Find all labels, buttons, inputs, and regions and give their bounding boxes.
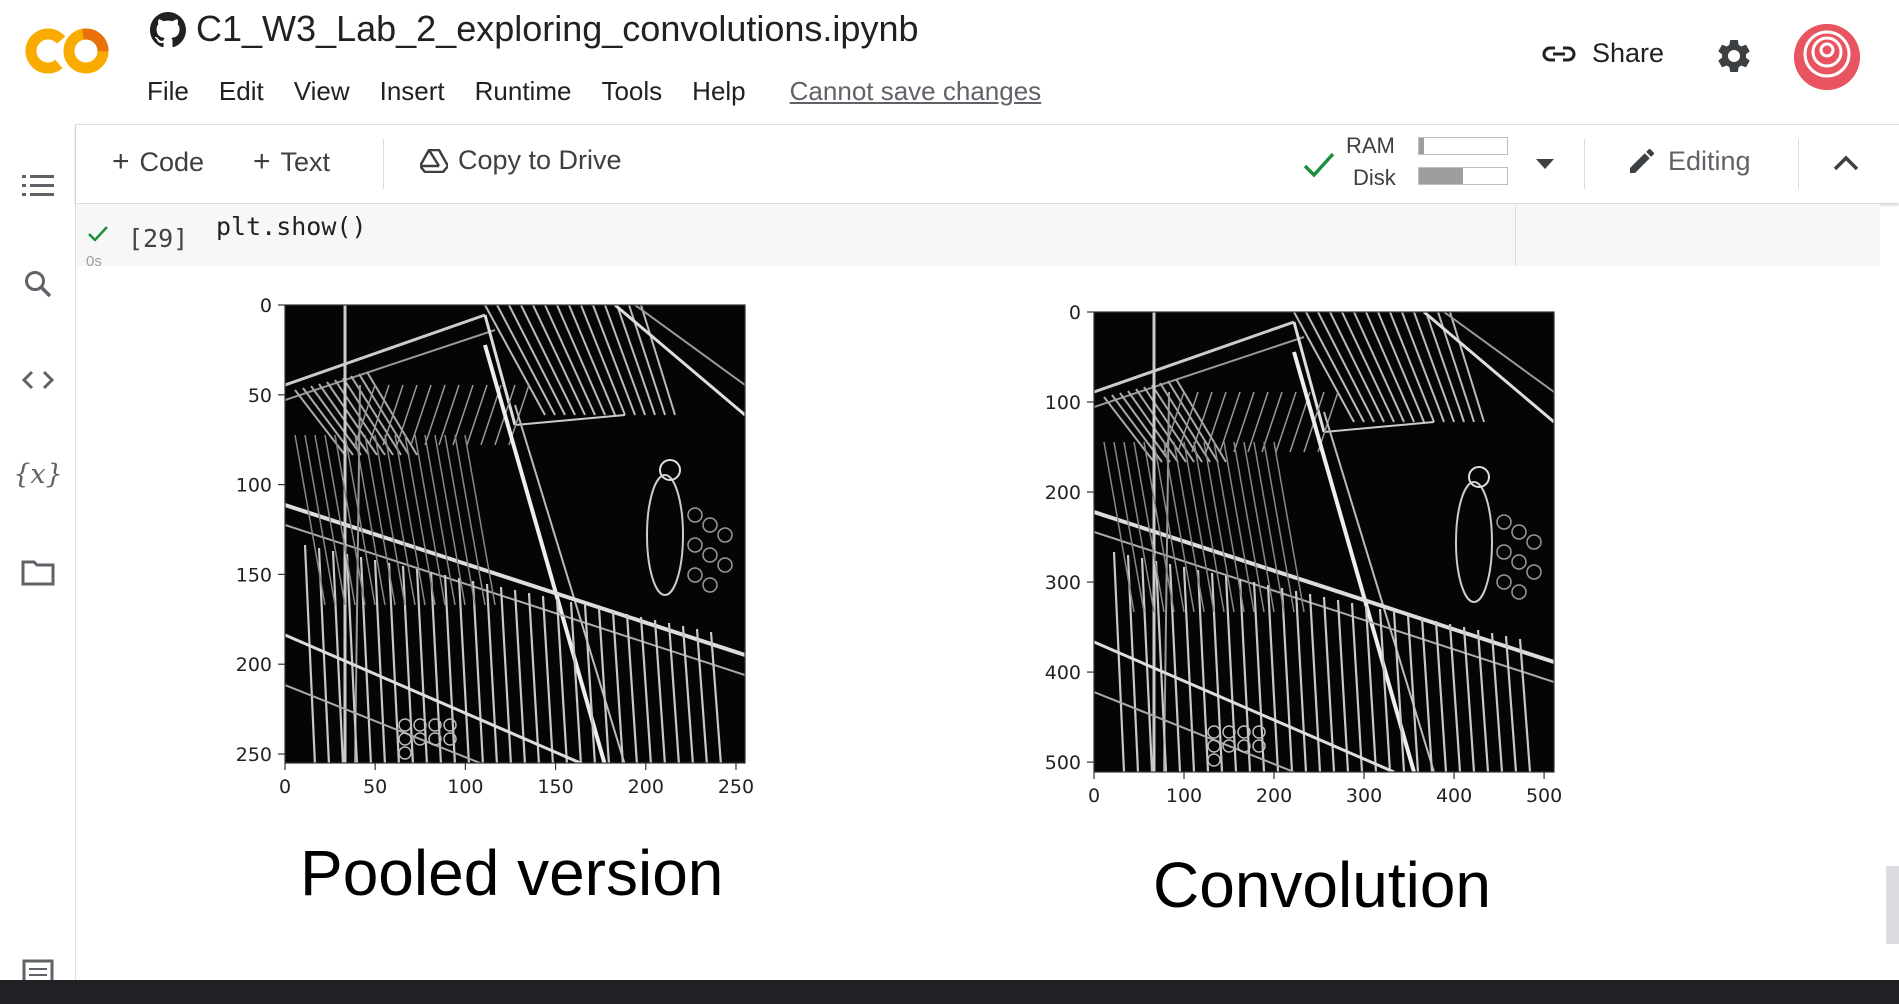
menu-edit[interactable]: Edit xyxy=(204,72,279,112)
convolution-caption: Convolution xyxy=(1153,849,1491,921)
search-icon[interactable] xyxy=(18,264,58,304)
y-tick-label: 300 xyxy=(1045,572,1081,594)
x-tick-label: 0 xyxy=(279,776,291,798)
cell-exec-time: 0s xyxy=(86,253,102,270)
y-tick-label: 0 xyxy=(260,295,272,317)
menu-help[interactable]: Help xyxy=(677,72,760,112)
ram-meter[interactable] xyxy=(1418,137,1508,155)
cell-execution-count: [29] xyxy=(128,224,189,253)
y-tick-label: 0 xyxy=(1069,302,1081,324)
x-tick-label: 150 xyxy=(537,776,573,798)
y-tick-label: 150 xyxy=(236,564,272,586)
cell-code-text[interactable]: plt.show() xyxy=(216,212,367,241)
x-tick-label: 50 xyxy=(363,776,387,798)
cell-divider xyxy=(1515,206,1516,266)
y-tick-label: 500 xyxy=(1045,752,1081,774)
disk-meter[interactable] xyxy=(1418,167,1508,185)
plus-icon: + xyxy=(253,145,271,178)
x-tick-label: 500 xyxy=(1526,785,1562,807)
add-text-button[interactable]: + Text xyxy=(253,145,330,179)
disk-label: Disk xyxy=(1353,165,1396,190)
x-tick-label: 100 xyxy=(1166,785,1202,807)
runtime-dropdown-icon[interactable] xyxy=(1534,157,1556,171)
user-avatar[interactable] xyxy=(1794,24,1860,90)
add-code-button[interactable]: + Code xyxy=(112,145,204,179)
ram-meter-fill xyxy=(1419,138,1425,154)
plus-icon: + xyxy=(112,145,130,178)
disk-meter-fill xyxy=(1419,168,1463,184)
menu-tools[interactable]: Tools xyxy=(586,72,677,112)
y-tick-label: 100 xyxy=(1045,392,1081,414)
y-tick-label: 200 xyxy=(236,654,272,676)
header: C1_W3_Lab_2_exploring_convolutions.ipynb… xyxy=(0,0,1899,124)
pooled-plot: 0 50 100 150 200 250 0 50 100 150 200 250 xyxy=(200,285,770,805)
y-tick-label: 250 xyxy=(236,744,272,766)
editing-mode-button[interactable]: Editing xyxy=(1626,145,1751,177)
convolution-axes: 0 100 200 300 400 500 0 100 200 300 400 500 xyxy=(1045,302,1562,807)
notebook-title[interactable]: C1_W3_Lab_2_exploring_convolutions.ipynb xyxy=(196,8,919,50)
menu-file[interactable]: File xyxy=(132,72,204,112)
plot-frame xyxy=(1093,311,1555,773)
editing-label: Editing xyxy=(1668,145,1751,176)
x-tick-label: 250 xyxy=(718,776,754,798)
github-icon xyxy=(150,12,186,48)
copy-to-drive-button[interactable]: Copy to Drive xyxy=(420,145,622,176)
pooled-axes: 0 50 100 150 200 250 0 50 100 150 200 250 xyxy=(236,295,754,798)
x-tick-label: 0 xyxy=(1088,785,1100,807)
toolbar-divider xyxy=(1584,139,1585,189)
x-tick-label: 200 xyxy=(1256,785,1292,807)
folder-icon[interactable] xyxy=(18,552,58,592)
toolbar-divider xyxy=(383,139,384,189)
notebook-toolbar: + Code + Text Copy to Drive RAM Disk Edi… xyxy=(76,124,1899,203)
ram-label: RAM xyxy=(1346,133,1395,158)
toolbar-divider xyxy=(1798,139,1799,189)
cannot-save-link[interactable]: Cannot save changes xyxy=(775,72,1057,112)
connected-check-icon xyxy=(1303,152,1335,178)
left-sidebar: {x} xyxy=(0,124,76,985)
collapse-header-chevron-icon[interactable] xyxy=(1832,153,1860,173)
link-icon xyxy=(1542,46,1576,61)
y-tick-label: 400 xyxy=(1045,662,1081,684)
x-tick-label: 400 xyxy=(1436,785,1472,807)
x-tick-label: 200 xyxy=(628,776,664,798)
page-scrollbar[interactable] xyxy=(1886,866,1899,944)
cell-success-check-icon xyxy=(88,226,108,242)
menu-view[interactable]: View xyxy=(279,72,365,112)
settings-gear-icon[interactable] xyxy=(1714,36,1754,76)
bottom-bar xyxy=(0,980,1899,1004)
add-text-label: Text xyxy=(280,146,331,177)
copy-to-drive-label: Copy to Drive xyxy=(458,145,622,175)
table-of-contents-icon[interactable] xyxy=(18,166,58,206)
share-label: Share xyxy=(1592,38,1665,68)
y-tick-label: 50 xyxy=(248,385,272,407)
x-tick-label: 100 xyxy=(447,776,483,798)
plot-frame xyxy=(284,304,746,764)
x-tick-label: 300 xyxy=(1346,785,1382,807)
variables-icon[interactable]: {x} xyxy=(13,454,63,494)
share-button[interactable]: Share xyxy=(1540,38,1664,69)
add-code-label: Code xyxy=(139,146,205,177)
menu-runtime[interactable]: Runtime xyxy=(460,72,587,112)
menu-insert[interactable]: Insert xyxy=(365,72,460,112)
pencil-icon xyxy=(1630,148,1655,173)
y-tick-label: 100 xyxy=(236,475,272,497)
drive-icon xyxy=(420,148,448,173)
y-tick-label: 200 xyxy=(1045,482,1081,504)
code-snippets-icon[interactable] xyxy=(18,360,58,400)
convolution-plot: 0 100 200 300 400 500 0 100 200 300 400 500 xyxy=(1010,292,1590,812)
pooled-caption: Pooled version xyxy=(300,837,724,909)
colab-logo[interactable] xyxy=(24,26,110,76)
menubar: File Edit View Insert Runtime Tools Help… xyxy=(132,72,1056,112)
